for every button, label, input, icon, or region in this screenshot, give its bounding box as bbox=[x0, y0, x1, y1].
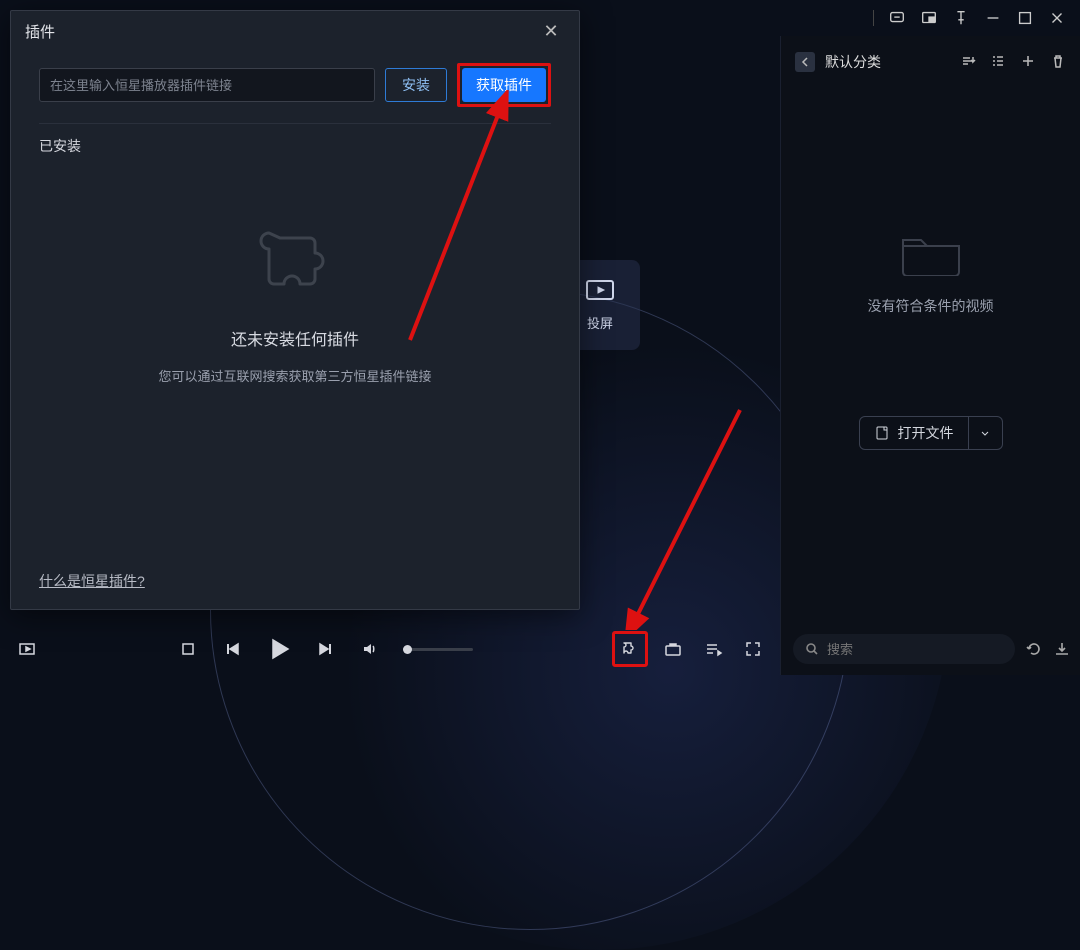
pip-icon[interactable] bbox=[920, 9, 938, 27]
panel-footer bbox=[781, 623, 1080, 675]
feedback-icon[interactable] bbox=[888, 9, 906, 27]
volume-slider[interactable] bbox=[403, 648, 473, 651]
right-panel: 默认分类 没有符合条件的视频 打开文件 bbox=[780, 36, 1080, 675]
folder-icon bbox=[899, 228, 963, 276]
player-bar bbox=[0, 623, 780, 675]
fullscreen-icon[interactable] bbox=[742, 638, 764, 660]
sort-icon[interactable] bbox=[960, 53, 976, 72]
pin-icon[interactable] bbox=[952, 9, 970, 27]
get-plugin-highlight: 获取插件 bbox=[457, 63, 551, 107]
plugin-dialog: 插件 ✕ 安装 获取插件 已安装 还未安装任何插件 您可以通过互联网搜索获取第三… bbox=[10, 10, 580, 610]
list-view-icon[interactable] bbox=[990, 53, 1006, 72]
install-button[interactable]: 安装 bbox=[385, 68, 447, 102]
plugin-url-input[interactable] bbox=[39, 68, 375, 102]
search-icon bbox=[805, 642, 819, 656]
next-button[interactable] bbox=[315, 638, 337, 660]
empty-state-text: 没有符合条件的视频 bbox=[868, 296, 994, 316]
puzzle-icon bbox=[245, 210, 345, 310]
dialog-empty-state: 还未安装任何插件 您可以通过互联网搜索获取第三方恒星插件链接 bbox=[11, 156, 579, 557]
empty-subtitle: 您可以通过互联网搜索获取第三方恒星插件链接 bbox=[158, 366, 431, 385]
search-box[interactable] bbox=[793, 634, 1015, 664]
play-button[interactable] bbox=[265, 635, 293, 663]
minimize-icon[interactable] bbox=[984, 9, 1002, 27]
file-icon bbox=[874, 425, 890, 441]
dialog-close-button[interactable]: ✕ bbox=[537, 17, 565, 45]
panel-body: 没有符合条件的视频 打开文件 bbox=[781, 88, 1080, 623]
playlist-icon[interactable] bbox=[702, 638, 724, 660]
installed-section-label: 已安装 bbox=[11, 124, 579, 156]
maximize-icon[interactable] bbox=[1016, 9, 1034, 27]
open-file-dropdown[interactable] bbox=[969, 416, 1003, 450]
get-plugin-button[interactable]: 获取插件 bbox=[462, 68, 546, 102]
what-is-plugin-link[interactable]: 什么是恒星插件? bbox=[39, 573, 145, 589]
annotation-arrow-bottom bbox=[620, 400, 760, 630]
panel-header: 默认分类 bbox=[781, 36, 1080, 88]
search-input[interactable] bbox=[827, 642, 1003, 657]
empty-title: 还未安装任何插件 bbox=[231, 326, 359, 350]
window-titlebar bbox=[859, 0, 1080, 36]
stop-button[interactable] bbox=[177, 638, 199, 660]
prev-button[interactable] bbox=[221, 638, 243, 660]
volume-icon[interactable] bbox=[359, 638, 381, 660]
toolbox-icon[interactable] bbox=[662, 638, 684, 660]
import-icon[interactable] bbox=[1053, 639, 1071, 659]
screenshot-icon[interactable] bbox=[16, 638, 38, 660]
add-icon[interactable] bbox=[1020, 53, 1036, 72]
delete-icon[interactable] bbox=[1050, 53, 1066, 72]
refresh-icon[interactable] bbox=[1025, 639, 1043, 659]
plugin-button[interactable] bbox=[619, 638, 641, 660]
category-label: 默认分类 bbox=[825, 52, 881, 72]
plugin-button-highlight bbox=[612, 631, 648, 667]
close-window-icon[interactable] bbox=[1048, 9, 1066, 27]
cast-label: 投屏 bbox=[587, 313, 613, 332]
dialog-title: 插件 bbox=[25, 21, 55, 42]
back-icon[interactable] bbox=[795, 52, 815, 72]
open-file-button[interactable]: 打开文件 bbox=[859, 416, 969, 450]
